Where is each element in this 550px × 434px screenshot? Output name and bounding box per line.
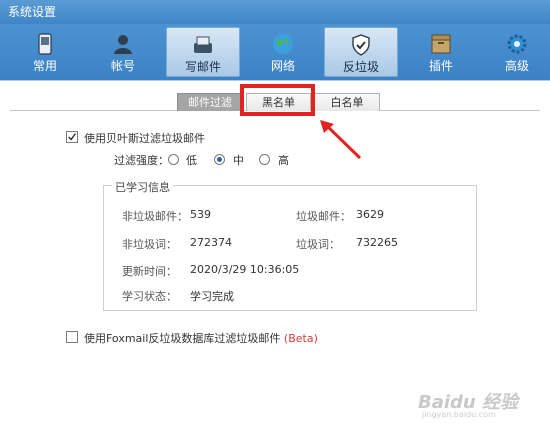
toolbar-item-label: 反垃圾 — [342, 60, 379, 74]
gear-icon — [507, 34, 527, 54]
spam-words-label: 垃圾词： — [296, 238, 340, 251]
toolbar-item-general[interactable]: 常用 — [8, 27, 82, 77]
baidu-watermark: Baidu 经验 jingyan.baidu.com — [418, 388, 526, 420]
spam-words-value: 732265 — [356, 236, 398, 249]
toolbar-item-compose[interactable]: 写邮件 — [166, 27, 240, 77]
check-icon — [68, 133, 76, 141]
learn-status-label: 学习状态： — [122, 290, 177, 303]
annotation-arrow — [320, 120, 362, 160]
update-time-value: 2020/3/29 10:36:05 — [190, 263, 300, 276]
watermark-subtext: jingyan.baidu.com — [422, 410, 496, 419]
nonspam-words-value: 272374 — [190, 236, 232, 249]
toolbar-item-network[interactable]: 网络 — [246, 27, 320, 77]
user-icon — [114, 35, 132, 54]
window-title: 系统设置 — [0, 0, 550, 24]
toolbar-item-label: 写邮件 — [184, 60, 221, 74]
toolbar-item-label: 插件 — [428, 59, 453, 73]
phone-icon — [38, 33, 52, 55]
foxmail-db-label: 使用Foxmail反垃圾数据库过滤垃圾邮件 (Beta) — [84, 330, 318, 346]
nonspam-mail-value: 539 — [190, 208, 211, 221]
plugin-icon — [431, 34, 451, 54]
foxmail-db-label-text: 使用Foxmail反垃圾数据库过滤垃圾邮件 — [84, 332, 281, 345]
learn-status-value: 学习完成 — [190, 290, 234, 303]
nonspam-words-label: 非垃圾词： — [122, 238, 177, 251]
foxmail-db-checkbox[interactable] — [66, 331, 78, 343]
toolbar-item-account[interactable]: 帐号 — [86, 27, 160, 77]
globe-icon — [273, 34, 293, 54]
update-time-label: 更新时间： — [122, 265, 177, 278]
nonspam-mail-label: 非垃圾邮件： — [122, 210, 188, 223]
compose-icon — [194, 36, 212, 53]
strength-low-radio[interactable] — [168, 154, 179, 165]
strength-high-label: 高 — [278, 154, 289, 167]
strength-low-label: 低 — [186, 154, 197, 167]
tab-whitelist[interactable]: 白名单 — [314, 93, 380, 111]
tab-mail-filter[interactable]: 邮件过滤 — [177, 93, 243, 111]
spam-mail-value: 3629 — [356, 208, 384, 221]
toolbar-item-label: 高级 — [504, 59, 529, 73]
strength-medium-label: 中 — [233, 154, 244, 167]
beta-badge: (Beta) — [283, 332, 318, 345]
toolbar-item-advanced[interactable]: 高级 — [480, 27, 550, 77]
spam-mail-label: 垃圾邮件： — [296, 210, 351, 223]
toolbar: 常用 帐号 写邮件 网络 反垃圾 插件 高级 — [0, 24, 550, 80]
bayes-checkbox[interactable] — [66, 131, 78, 143]
toolbar-item-label: 帐号 — [110, 59, 135, 73]
bayes-label: 使用贝叶斯过滤垃圾邮件 — [84, 132, 205, 145]
strength-medium-radio[interactable] — [214, 154, 225, 165]
learned-info-title: 已学习信息 — [112, 179, 173, 195]
shield-icon — [352, 34, 370, 56]
highlight-box — [240, 84, 315, 116]
toolbar-item-antispam[interactable]: 反垃圾 — [324, 27, 398, 77]
strength-high-radio[interactable] — [259, 154, 270, 165]
toolbar-item-label: 网络 — [270, 59, 295, 73]
strength-label: 过滤强度： — [114, 154, 169, 167]
toolbar-item-label: 常用 — [32, 59, 57, 73]
toolbar-item-plugin[interactable]: 插件 — [404, 27, 478, 77]
